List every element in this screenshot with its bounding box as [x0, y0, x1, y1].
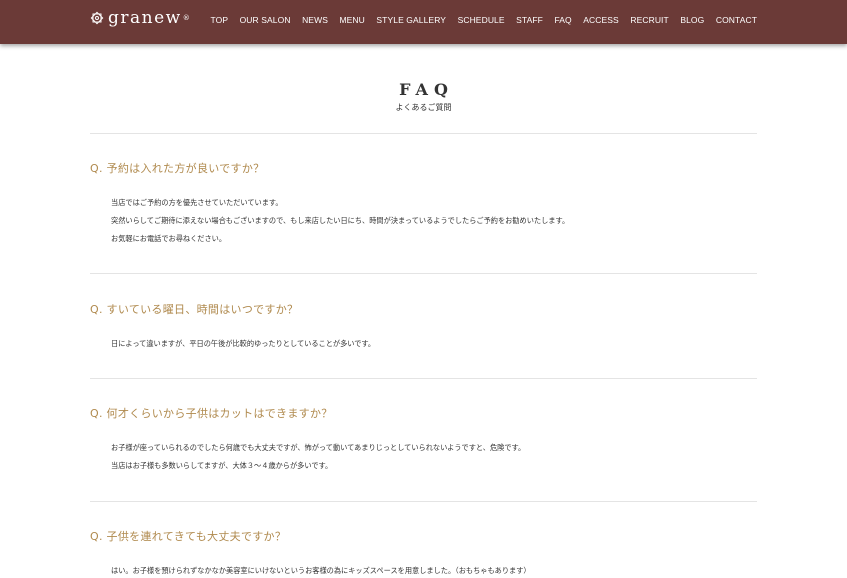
page-title: FAQ: [399, 80, 454, 99]
divider: [90, 133, 757, 134]
nav-contact[interactable]: CONTACT: [716, 15, 757, 25]
main-nav: TOP OUR SALON NEWS MENU STYLE GALLERY SC…: [210, 15, 757, 25]
faq-answer-1-line-3: お気軽にお電話でお尋ねください。: [111, 234, 227, 243]
logo-mark-icon: [90, 11, 104, 25]
faq-question-2: Q. すいている曜日、時間はいつですか？: [90, 303, 299, 316]
nav-blog[interactable]: BLOG: [680, 15, 704, 25]
faq-answer-1-line-2: 突然いらしてご期待に添えない場合もございますので、もし来店したい日にち、時間が決…: [111, 216, 570, 225]
faq-answer-2-line-1: 日によって違いますが、平日の午後が比較的ゆったりとしていることが多いです。: [111, 339, 376, 348]
faq-question-1: Q. 予約は入れた方が良いですか？: [90, 162, 265, 175]
divider: [90, 378, 757, 379]
nav-style-gallery[interactable]: STYLE GALLERY: [376, 15, 446, 25]
nav-our-salon[interactable]: OUR SALON: [240, 15, 291, 25]
faq-answer-3-line-2: 当店はお子様も多数いらしてますが、大体３〜４歳からが多いです。: [111, 461, 333, 470]
nav-schedule[interactable]: SCHEDULE: [458, 15, 505, 25]
nav-recruit[interactable]: RECRUIT: [630, 15, 668, 25]
nav-menu[interactable]: MENU: [339, 15, 364, 25]
nav-access[interactable]: ACCESS: [583, 15, 619, 25]
logo[interactable]: granew ®: [90, 8, 190, 28]
page-subtitle: よくあるご質問: [395, 103, 452, 112]
faq-answer-3-line-1: お子様が座っていられるのでしたら何歳でも大丈夫ですが、怖がって動いてあまりじっと…: [111, 443, 526, 452]
divider: [90, 501, 757, 502]
divider: [90, 273, 757, 274]
nav-faq[interactable]: FAQ: [554, 15, 571, 25]
faq-question-3: Q. 何才くらいから子供はカットはできますか？: [90, 407, 333, 420]
logo-text: granew: [108, 8, 182, 28]
logo-trademark: ®: [182, 14, 190, 22]
faq-answer-4-line-1: はい。お子様を預けられずなかなか美容室にいけないというお客様の為にキッズスペース…: [111, 566, 531, 575]
faq-answer-1-line-1: 当店ではご予約の方を優先させていただいています。: [111, 198, 283, 207]
nav-top[interactable]: TOP: [210, 15, 228, 25]
faq-question-4: Q. 子供を連れてきても大丈夫ですか？: [90, 530, 287, 543]
site-header: granew ® TOP OUR SALON NEWS MENU STYLE G…: [0, 0, 847, 44]
nav-staff[interactable]: STAFF: [516, 15, 543, 25]
nav-news[interactable]: NEWS: [302, 15, 328, 25]
